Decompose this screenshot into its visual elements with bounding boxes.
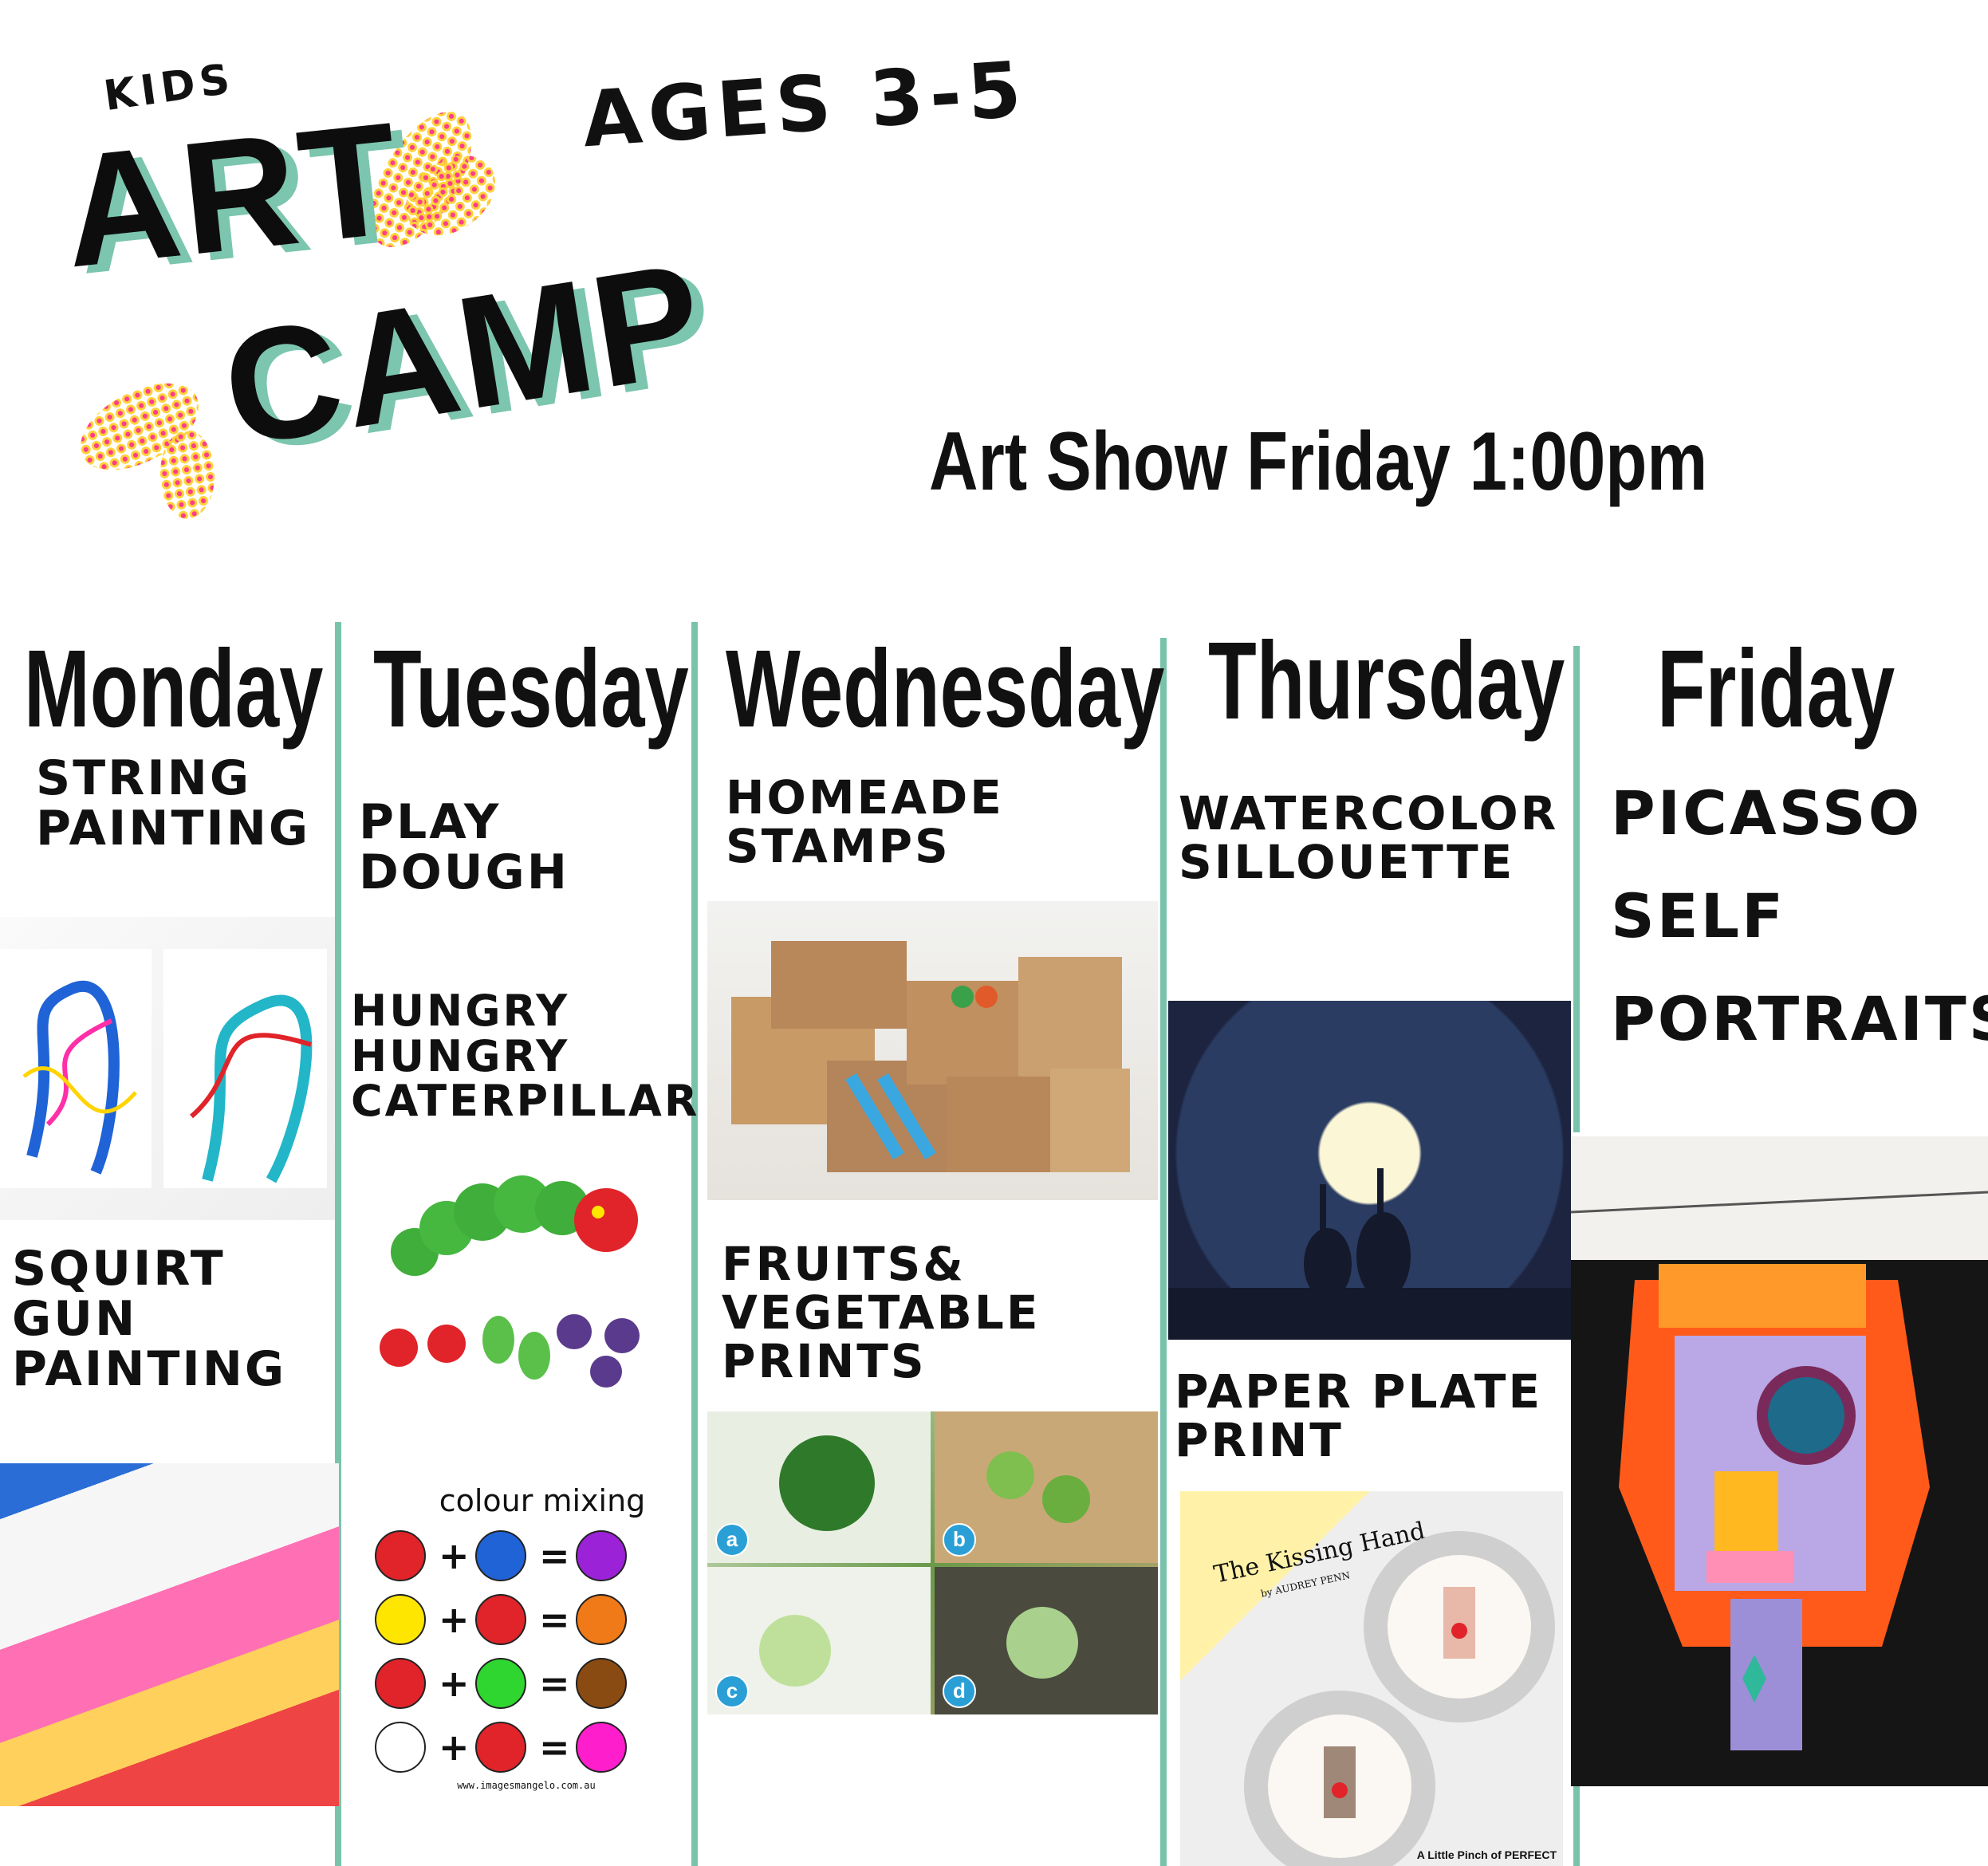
day-heading-thursday: Thursday — [1208, 620, 1565, 742]
colour-mixing-chart: colour mixing + = + = + = + = www.imagesmangelo… — [367, 1483, 686, 1802]
activity-watercolor-sillouette: WATERCOLOR SILLOUETTE — [1179, 786, 1559, 889]
logo-art: ART — [55, 89, 410, 301]
vegetable-step-badge: b — [943, 1523, 976, 1557]
colour-mixing-rows: + = + = + = + = — [367, 1529, 686, 1773]
colour-mixing-row: + = — [375, 1593, 686, 1646]
colour-swatch-result — [576, 1722, 627, 1773]
vegetable-step-badge: a — [715, 1523, 749, 1557]
day-heading-monday: Monday — [24, 628, 324, 750]
ages-label: AGES 3-5 — [579, 44, 1030, 165]
column-divider-2 — [691, 622, 698, 1866]
colour-swatch-a — [375, 1594, 426, 1645]
day-heading-tuesday: Tuesday — [373, 628, 689, 750]
vegetable-step-badge: d — [943, 1675, 976, 1708]
equals-sign: = — [539, 1662, 570, 1705]
day-heading-friday: Friday — [1657, 628, 1895, 750]
colour-swatch-a — [375, 1658, 426, 1709]
activity-picasso-self-portraits: PICASSO SELF PORTRAITS — [1611, 778, 1988, 1055]
colour-mixing-row: + = — [375, 1529, 686, 1582]
column-divider-3 — [1160, 638, 1167, 1866]
activity-play-dough: PLAY DOUGH — [359, 794, 569, 900]
plus-sign: + — [439, 1662, 470, 1705]
plus-sign: + — [439, 1534, 470, 1577]
squirt-gun-photo — [0, 1463, 339, 1806]
activity-squirt-gun-painting: SQUIRT GUN PAINTING — [12, 1241, 287, 1397]
watercolor-silhouette-art — [1168, 1168, 1571, 1340]
colour-swatch-a — [375, 1530, 426, 1581]
activity-fruits-vegetable-prints: FRUITS& VEGETABLE PRINTS — [722, 1237, 1041, 1388]
equals-sign: = — [539, 1726, 570, 1769]
column-divider-4 — [1573, 646, 1580, 1132]
string-painting-art — [0, 949, 327, 1188]
paper-plate-art — [1244, 1531, 1555, 1866]
colour-swatch-b — [475, 1594, 526, 1645]
equals-sign: = — [539, 1598, 570, 1641]
equals-sign: = — [539, 1534, 570, 1577]
activity-homeade-stamps: HOMEADE STAMPS — [726, 770, 1004, 873]
colour-swatch-result — [576, 1658, 627, 1709]
colour-mixing-credit: www.imagesmangelo.com.au — [457, 1780, 596, 1791]
stamps-art — [731, 941, 1130, 1172]
colour-swatch-b — [475, 1722, 526, 1773]
colour-mixing-row: + = — [375, 1721, 686, 1773]
colour-swatch-a — [375, 1722, 426, 1773]
picasso-portrait-photo — [1571, 1136, 1988, 1786]
colour-swatch-result — [576, 1530, 627, 1581]
plus-sign: + — [439, 1726, 470, 1769]
activity-paper-plate-print: PAPER PLATE PRINT — [1175, 1364, 1543, 1467]
caterpillar-dough-photo — [367, 1132, 670, 1388]
watercolor-silhouette-photo — [1168, 1001, 1571, 1340]
column-divider-4-lower — [1573, 1786, 1580, 1866]
activity-hungry-caterpillar: HUNGRY HUNGRY CATERPILLAR — [351, 986, 700, 1127]
paper-plate-photo: The Kissing Hand by AUDREY PENN A Little… — [1180, 1491, 1563, 1866]
colour-mixing-row: + = — [375, 1657, 686, 1710]
colour-swatch-b — [475, 1658, 526, 1709]
day-heading-wednesday: Wednesday — [726, 628, 1165, 750]
vegetable-step-badges: a b c d — [707, 1411, 1158, 1714]
paper-plate-credit: A Little Pinch of PERFECT — [1416, 1848, 1557, 1861]
vegetable-step-badge: c — [715, 1675, 749, 1708]
colour-mixing-title: colour mixing — [439, 1483, 646, 1518]
activity-string-painting: STRING PAINTING — [36, 750, 311, 856]
caterpillar-art — [380, 1175, 640, 1388]
colour-swatch-result — [576, 1594, 627, 1645]
string-painting-photo — [0, 917, 335, 1220]
colour-swatch-b — [475, 1530, 526, 1581]
stamps-photo — [707, 901, 1158, 1200]
plus-sign: + — [439, 1598, 470, 1641]
art-show-banner: Art Show Friday 1:00pm — [929, 415, 1708, 508]
picasso-portrait-art — [1571, 1136, 1988, 1750]
